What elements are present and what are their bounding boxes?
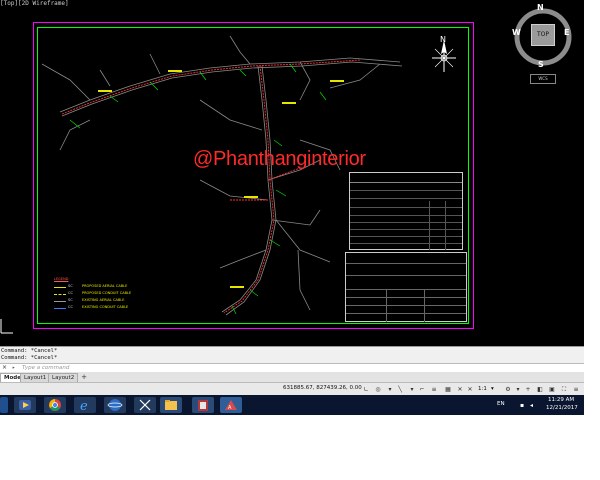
legend-swatch — [54, 287, 66, 288]
add-layout-icon[interactable]: + — [80, 373, 88, 381]
media-player-icon[interactable] — [14, 397, 36, 413]
north-label: N — [440, 35, 446, 44]
watermark-text: @Phanthanginterior — [193, 148, 366, 170]
viewcube-north[interactable]: N — [537, 3, 544, 12]
plus-icon[interactable]: + — [524, 386, 532, 393]
legend-item: SC PROPOSED AERIAL CABLE — [54, 284, 154, 291]
language-indicator[interactable]: EN — [497, 401, 505, 407]
viewcube-top-face[interactable]: TOP — [531, 24, 555, 46]
autocad-icon[interactable]: A — [220, 397, 242, 413]
screenshot: [Top][2D Wireframe] @Phanthanginterior N… — [0, 0, 584, 415]
legend-symbol: SC — [68, 284, 73, 288]
viewcube-west[interactable]: W — [512, 28, 521, 37]
legend-symbol: CC — [68, 291, 73, 295]
annotation-icon[interactable]: ✕ — [456, 386, 464, 393]
archive-icon[interactable] — [192, 397, 214, 413]
legend: LEGEND SC PROPOSED AERIAL CABLE CC PROPO… — [54, 277, 154, 309]
title-block-line — [386, 289, 387, 322]
title-block-line — [346, 289, 466, 290]
ortho-icon[interactable]: ∟ — [362, 386, 370, 393]
annotation-scale[interactable]: 1:1 — [478, 386, 487, 393]
legend-swatch — [54, 301, 66, 302]
coordinate-readout: 631885.67, 827439.26, 0.00 — [283, 385, 362, 391]
viewcube-east[interactable]: E — [564, 28, 569, 37]
hardware-icon[interactable]: ▣ — [548, 386, 556, 393]
table-row — [350, 183, 462, 191]
cable-annotations — [98, 70, 344, 288]
dropdown-icon[interactable]: ▾ — [408, 386, 416, 393]
command-history-line: Command: *Cancel* — [1, 348, 58, 354]
title-block-line — [346, 297, 466, 298]
volume-icon[interactable]: ◂ — [530, 402, 533, 409]
dropdown-icon[interactable]: ▾ — [386, 386, 394, 393]
menu-icon[interactable]: ≡ — [572, 386, 580, 393]
legend-symbol: CC — [68, 305, 73, 309]
title-block — [345, 252, 467, 322]
legend-item: SC EXISTING AERIAL CABLE — [54, 298, 154, 305]
network-icon[interactable] — [104, 397, 126, 413]
close-icon[interactable]: × — [2, 364, 7, 372]
title-block-line — [346, 305, 466, 306]
title-block-line — [346, 275, 466, 276]
clock-date[interactable]: 12/21/2017 — [546, 405, 578, 411]
command-input[interactable]: Type a command — [22, 364, 69, 372]
isolate-icon[interactable]: ◧ — [536, 386, 544, 393]
title-block-line — [424, 289, 425, 322]
legend-swatch — [54, 294, 66, 295]
svg-text:e: e — [80, 399, 88, 413]
annotation-visibility-icon[interactable]: ✕ — [466, 386, 474, 393]
viewcube-south[interactable]: S — [538, 60, 544, 69]
command-history-line: Command: *Cancel* — [1, 355, 58, 361]
quantity-table — [349, 172, 463, 250]
svg-text:A: A — [228, 405, 232, 411]
command-prompt-icon[interactable]: ▸ — [12, 364, 15, 372]
legend-symbol: SC — [68, 298, 73, 302]
lineweight-icon[interactable]: ≡ — [430, 386, 438, 393]
title-block-line — [346, 263, 466, 264]
legend-title: LEGEND — [54, 277, 69, 281]
windows-taskbar: e A EN ▪ ◂ 11:29 AM 12/21/2017 — [0, 395, 584, 415]
start-icon[interactable] — [0, 397, 8, 413]
proposed-cable-route — [61, 59, 361, 314]
table-divider — [429, 201, 430, 250]
osnap-icon[interactable]: ⌐ — [418, 386, 426, 393]
fullscreen-icon[interactable]: ⛶ — [560, 386, 568, 393]
wcs-menu[interactable]: WCS — [530, 74, 556, 84]
table-divider — [445, 201, 446, 250]
drawing-viewport[interactable]: [Top][2D Wireframe] @Phanthanginterior N… — [0, 0, 584, 346]
quantity-table-header — [350, 173, 462, 183]
legend-item: CC EXISTING CONDUIT CABLE — [54, 305, 154, 312]
status-bar: 631885.67, 827439.26, 0.00 ∟ ◎ ▾ ╲ ▾ ⌐ ≡… — [0, 382, 584, 396]
transparency-icon[interactable]: ▦ — [444, 386, 452, 393]
ucs-icon — [0, 319, 13, 334]
legend-swatch — [54, 308, 66, 309]
gear-icon[interactable]: ⚙ — [504, 386, 512, 393]
dropdown-icon[interactable]: ▾ — [514, 386, 522, 393]
ie-icon[interactable]: e — [74, 397, 96, 414]
legend-item: CC PROPOSED CONDUIT CABLE — [54, 291, 154, 298]
layout-tabs: Model Layout1 Layout2 + — [0, 372, 584, 383]
legend-label: EXISTING CONDUIT CABLE — [82, 305, 129, 309]
file-explorer-icon[interactable] — [160, 397, 182, 413]
legend-label: PROPOSED CONDUIT CABLE — [82, 291, 132, 295]
polar-icon[interactable]: ◎ — [374, 386, 382, 393]
legend-label: EXISTING AERIAL CABLE — [82, 298, 125, 302]
title-block-line — [346, 313, 466, 314]
annotation-scale-dropdown[interactable]: ▾ — [491, 386, 494, 393]
chrome-icon[interactable] — [44, 397, 66, 413]
isodraft-icon[interactable]: ╲ — [396, 386, 404, 393]
legend-label: PROPOSED AERIAL CABLE — [82, 284, 128, 288]
clock-time[interactable]: 11:29 AM — [548, 397, 574, 403]
snipping-icon[interactable] — [134, 397, 156, 413]
table-row — [350, 191, 462, 199]
network-tray-icon[interactable]: ▪ — [520, 402, 524, 409]
